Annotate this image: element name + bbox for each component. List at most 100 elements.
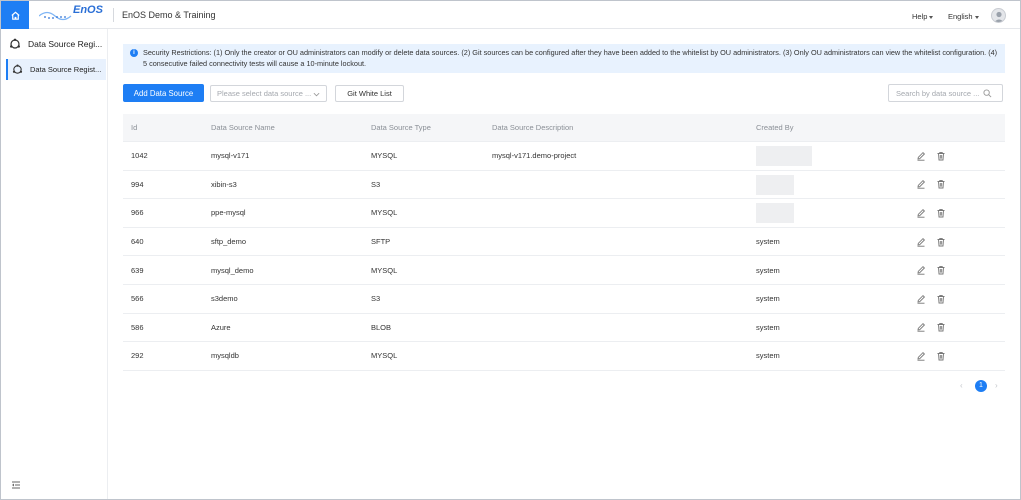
cell-type: S3 [371, 294, 381, 304]
cell-id: 994 [131, 179, 144, 189]
edit-icon[interactable] [916, 265, 926, 275]
edit-icon[interactable] [916, 151, 926, 161]
header-divider [113, 8, 114, 22]
cell-created-by: system [756, 237, 780, 247]
table-row: 586 Azure BLOB system [123, 314, 1005, 343]
sidebar-item-data-source-registration[interactable]: Data Source Regist... [6, 59, 106, 80]
delete-icon[interactable] [936, 322, 946, 332]
cell-created-by: system [756, 265, 780, 275]
cell-type: MYSQL [371, 351, 398, 361]
cell-id: 639 [131, 265, 144, 275]
cell-name: xibin-s3 [211, 179, 237, 189]
cell-name: ppe-mysql [211, 208, 246, 218]
cell-name: mysql-v171 [211, 151, 250, 161]
delete-icon[interactable] [936, 351, 946, 361]
row-actions [916, 256, 946, 284]
chevron-down-icon [313, 92, 320, 97]
sidebar-section-title: Data Source Regi... [28, 39, 103, 49]
delete-icon[interactable] [936, 179, 946, 189]
delete-icon[interactable] [936, 265, 946, 275]
sidebar-item-label: Data Source Regist... [30, 65, 102, 74]
cell-id: 566 [131, 294, 144, 304]
language-menu[interactable]: English [948, 12, 979, 21]
next-page-icon[interactable]: › [995, 381, 998, 390]
cell-id: 966 [131, 208, 144, 218]
caret-down-icon [974, 15, 979, 19]
column-header-type: Data Source Type [371, 123, 431, 132]
row-actions [916, 314, 946, 342]
table-row: 966 ppe-mysql MYSQL [123, 199, 1005, 228]
cell-name: Azure [211, 322, 231, 332]
row-actions [916, 142, 946, 170]
add-data-source-button[interactable]: Add Data Source [123, 84, 204, 102]
cell-name: s3demo [211, 294, 238, 304]
cell-id: 586 [131, 322, 144, 332]
cell-name: sftp_demo [211, 237, 247, 247]
language-label: English [948, 12, 973, 21]
logo-text: EnOS [73, 4, 103, 16]
cell-id: 292 [131, 351, 144, 361]
cell-name: mysqldb [211, 351, 239, 361]
table-row: 292 mysqldb MYSQL system [123, 342, 1005, 371]
top-bar: EnOS EnOS Demo & Training Help English [1, 1, 1020, 29]
edit-icon[interactable] [916, 351, 926, 361]
search-input[interactable]: Search by data source ... [888, 84, 1003, 102]
column-header-created-by: Created By [756, 123, 794, 132]
column-header-name: Data Source Name [211, 123, 275, 132]
home-button[interactable] [1, 1, 29, 29]
cell-type: BLOB [371, 322, 392, 332]
column-header-id: Id [131, 123, 138, 132]
security-notice: i Security Restrictions: (1) Only the cr… [123, 44, 1005, 73]
page-number-current[interactable]: 1 [975, 380, 987, 392]
previous-page-icon[interactable]: ‹ [960, 381, 963, 390]
notice-text: Security Restrictions: (1) Only the crea… [143, 48, 998, 68]
edit-icon[interactable] [916, 294, 926, 304]
table-row: 994 xibin-s3 S3 [123, 171, 1005, 200]
cell-name: mysql_demo [211, 265, 254, 275]
delete-icon[interactable] [936, 237, 946, 247]
user-icon [994, 11, 1004, 22]
user-avatar[interactable] [991, 8, 1006, 23]
home-icon [10, 10, 20, 20]
cell-type: SFTP [371, 237, 391, 247]
pagination: ‹ 1 › [960, 380, 1005, 392]
search-placeholder: Search by data source ... [896, 88, 980, 98]
help-label: Help [912, 12, 928, 21]
select-placeholder: Please select data source ... [217, 89, 312, 98]
row-actions [916, 285, 946, 313]
table-row: 640 sftp_demo SFTP system [123, 228, 1005, 257]
cell-created-by: system [756, 351, 780, 361]
table-header: Id Data Source Name Data Source Type Dat… [123, 114, 1005, 142]
table-row: 1042 mysql-v171 MYSQL mysql-v171.demo-proje… [123, 142, 1005, 171]
edit-icon[interactable] [916, 179, 926, 190]
delete-icon[interactable] [936, 151, 946, 161]
collapse-menu-icon[interactable] [11, 480, 21, 490]
help-menu[interactable]: Help [912, 12, 934, 21]
edit-icon[interactable] [916, 208, 926, 218]
cell-type: S3 [371, 179, 381, 189]
delete-icon[interactable] [936, 208, 946, 218]
cell-type: MYSQL [371, 265, 398, 275]
data-source-icon [10, 38, 20, 49]
row-actions [916, 199, 946, 227]
cell-type: MYSQL [371, 208, 398, 218]
edit-icon[interactable] [916, 322, 926, 333]
redacted-creator [756, 203, 794, 224]
cell-type: MYSQL [371, 151, 398, 161]
caret-down-icon [929, 15, 934, 19]
cell-description: mysql-v171.demo-project [492, 151, 577, 161]
data-source-icon [12, 64, 23, 74]
search-icon [983, 89, 992, 98]
column-header-description: Data Source Description [492, 123, 574, 132]
cell-id: 1042 [131, 151, 148, 161]
app-title[interactable]: EnOS Demo & Training [122, 10, 216, 20]
data-source-type-select[interactable]: Please select data source ... [210, 85, 327, 102]
row-actions [916, 228, 946, 256]
row-actions [916, 342, 946, 370]
git-white-list-button[interactable]: Git White List [335, 85, 404, 102]
sidebar-section-header[interactable]: Data Source Regi... [9, 37, 107, 51]
delete-icon[interactable] [936, 294, 946, 304]
cell-created-by: system [756, 322, 780, 332]
sidebar: Data Source Regi... Data Source Regist..… [1, 29, 108, 499]
edit-icon[interactable] [916, 237, 926, 247]
